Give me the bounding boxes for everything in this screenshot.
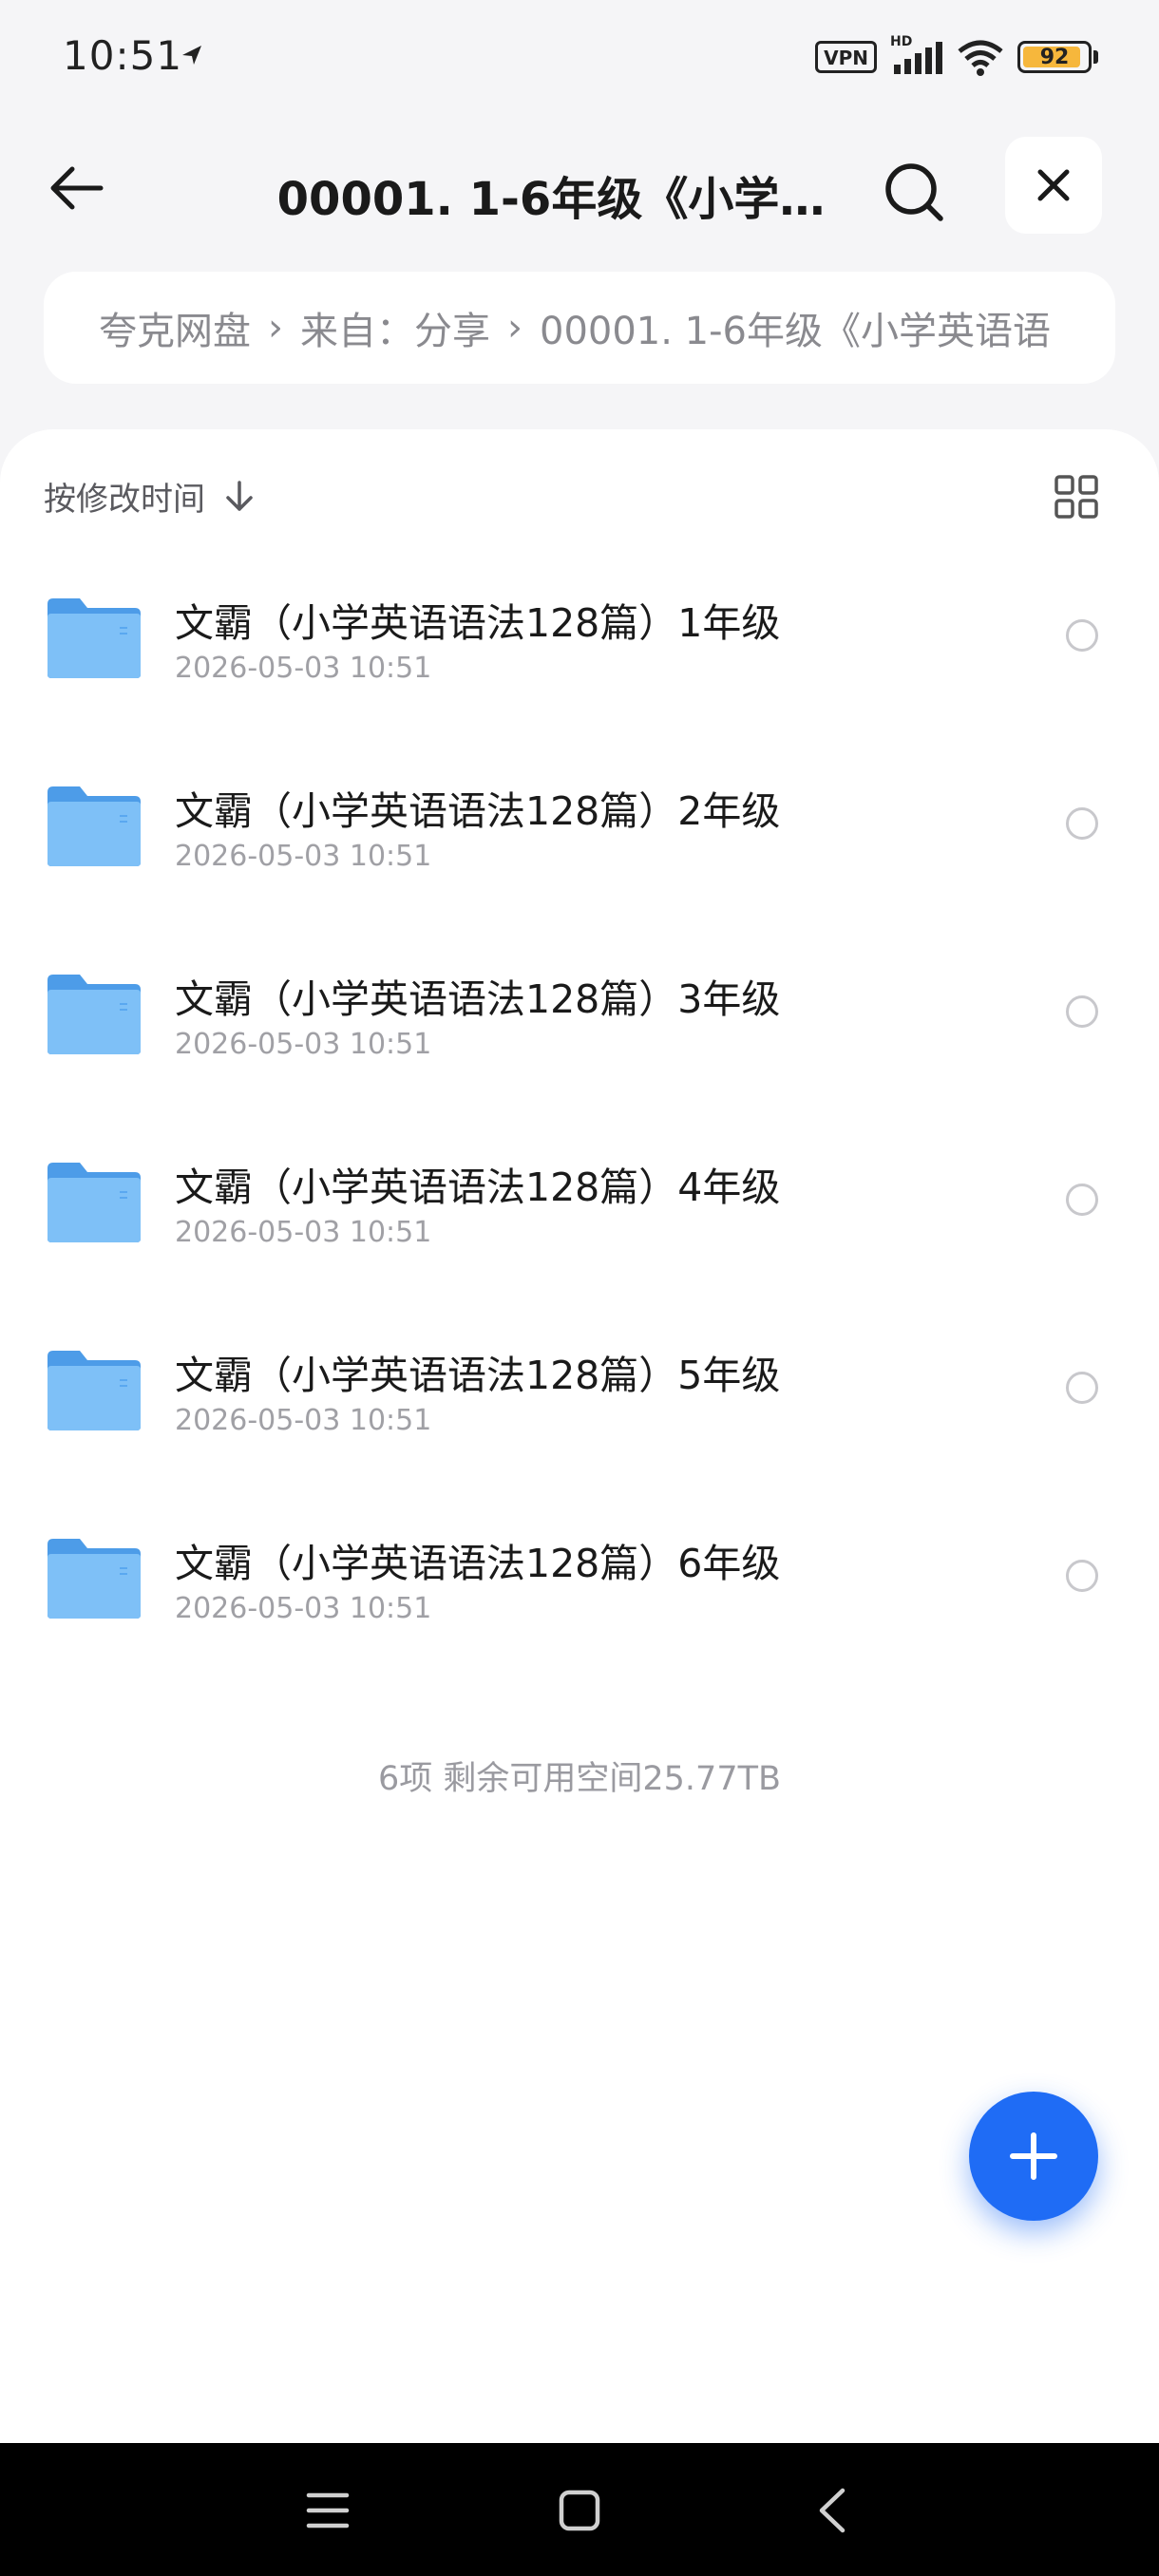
status-bar: 10:51 VPN HD 92: [0, 0, 1159, 114]
select-radio[interactable]: [1066, 1560, 1098, 1592]
close-icon: [1037, 169, 1070, 201]
chevron-right-icon: ›: [507, 306, 522, 350]
home-button[interactable]: [546, 2477, 613, 2544]
cell-signal-icon: HD: [890, 34, 943, 76]
file-list: 文霸（小学英语语法128篇）1年级 2026-05-03 10:51 文霸（小学…: [0, 553, 1159, 1681]
file-date: 2026-05-03 10:51: [175, 1216, 432, 1249]
plus-icon: [1010, 2132, 1057, 2180]
arrow-left-icon: [50, 166, 104, 210]
folder-icon: [48, 786, 141, 866]
arrow-down-icon: [226, 481, 253, 511]
file-name: 文霸（小学英语语法128篇）2年级: [175, 788, 781, 834]
file-date: 2026-05-03 10:51: [175, 840, 432, 873]
file-name: 文霸（小学英语语法128篇）6年级: [175, 1541, 781, 1586]
home-icon: [559, 2490, 600, 2531]
search-icon: [885, 163, 943, 221]
folder-icon: [48, 975, 141, 1054]
select-radio[interactable]: [1066, 1372, 1098, 1404]
menu-icon: [306, 2492, 350, 2529]
wifi-icon: [958, 40, 1003, 76]
folder-icon: [48, 1539, 141, 1619]
file-item[interactable]: 文霸（小学英语语法128篇）3年级 2026-05-03 10:51: [0, 929, 1159, 1117]
status-time: 10:51: [63, 32, 183, 79]
battery-tip: [1093, 50, 1098, 64]
nav-back-button[interactable]: [798, 2477, 864, 2544]
sort-label: 按修改时间: [44, 480, 205, 519]
add-button[interactable]: [969, 2092, 1098, 2221]
header: 00001. 1-6年级《小学…: [0, 133, 1159, 237]
file-item[interactable]: 文霸（小学英语语法128篇）5年级 2026-05-03 10:51: [0, 1305, 1159, 1493]
file-item[interactable]: 文霸（小学英语语法128篇）1年级 2026-05-03 10:51: [0, 553, 1159, 741]
chevron-right-icon: ›: [268, 306, 283, 350]
battery-icon: 92: [1017, 41, 1092, 73]
file-name: 文霸（小学英语语法128篇）1年级: [175, 600, 781, 646]
file-date: 2026-05-03 10:51: [175, 1592, 432, 1625]
breadcrumb-item-current[interactable]: 00001. 1-6年级《小学英语语: [540, 300, 1051, 355]
select-radio[interactable]: [1066, 619, 1098, 652]
file-name: 文霸（小学英语语法128篇）4年级: [175, 1165, 781, 1210]
select-radio[interactable]: [1066, 995, 1098, 1028]
file-date: 2026-05-03 10:51: [175, 1404, 432, 1437]
folder-icon: [48, 598, 141, 678]
chevron-left-icon: [819, 2488, 846, 2533]
vpn-badge: VPN: [815, 41, 877, 73]
folder-icon: [48, 1351, 141, 1430]
file-date: 2026-05-03 10:51: [175, 652, 432, 685]
battery-level: 92: [1039, 45, 1070, 69]
system-nav-bar: [0, 2443, 1159, 2576]
page-title: 00001. 1-6年级《小学…: [276, 173, 826, 226]
grid-view-icon[interactable]: [1053, 473, 1100, 521]
breadcrumb: 夸克网盘 › 来自：分享 › 00001. 1-6年级《小学英语语: [44, 272, 1115, 384]
file-item[interactable]: 文霸（小学英语语法128篇）4年级 2026-05-03 10:51: [0, 1117, 1159, 1305]
location-arrow-icon: [182, 46, 201, 65]
breadcrumb-item-root[interactable]: 夸克网盘: [99, 300, 251, 355]
storage-summary: 6项 剩余可用空间25.77TB: [378, 1760, 781, 1798]
file-name: 文霸（小学英语语法128篇）5年级: [175, 1353, 781, 1398]
sort-button[interactable]: 按修改时间: [44, 467, 256, 524]
breadcrumb-item-share[interactable]: 来自：分享: [300, 300, 490, 355]
file-item[interactable]: 文霸（小学英语语法128篇）2年级 2026-05-03 10:51: [0, 741, 1159, 929]
search-button[interactable]: [872, 150, 958, 236]
close-button[interactable]: [1005, 137, 1102, 234]
file-date: 2026-05-03 10:51: [175, 1028, 432, 1061]
file-name: 文霸（小学英语语法128篇）3年级: [175, 976, 781, 1022]
select-radio[interactable]: [1066, 1184, 1098, 1216]
file-item[interactable]: 文霸（小学英语语法128篇）6年级 2026-05-03 10:51: [0, 1493, 1159, 1681]
folder-icon: [48, 1163, 141, 1242]
select-radio[interactable]: [1066, 807, 1098, 840]
back-button[interactable]: [38, 150, 114, 226]
status-icons: VPN HD 92: [815, 34, 1098, 78]
menu-button[interactable]: [294, 2477, 361, 2544]
